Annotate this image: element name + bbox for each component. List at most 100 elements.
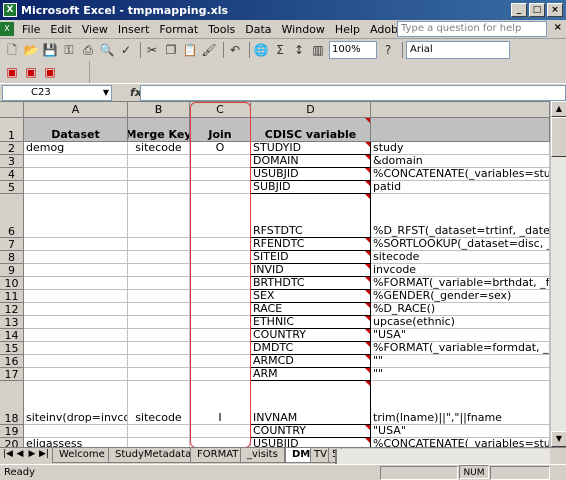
next-sheet-icon[interactable]: ▶ bbox=[27, 449, 37, 459]
menu-tools[interactable]: Tools bbox=[203, 23, 240, 36]
cell-a[interactable] bbox=[24, 168, 128, 181]
cell-d[interactable]: COUNTRY bbox=[251, 425, 371, 438]
row-header[interactable]: 7 bbox=[0, 238, 24, 251]
cell-b[interactable] bbox=[128, 303, 190, 316]
column-header-b[interactable]: B bbox=[128, 102, 190, 118]
permission-icon[interactable]: ⚿ bbox=[61, 42, 77, 58]
row-header[interactable]: 14 bbox=[0, 329, 24, 342]
cell-c[interactable] bbox=[190, 368, 251, 381]
cell-b[interactable] bbox=[128, 264, 190, 277]
cell-e[interactable]: %GENDER(_gender=sex) bbox=[371, 290, 550, 303]
cell-b[interactable] bbox=[128, 168, 190, 181]
cell-b[interactable] bbox=[128, 277, 190, 290]
sheet-tab-format[interactable]: FORMAT bbox=[190, 448, 246, 463]
cell-e[interactable]: %SORTLOOKUP(_dataset=disc, _var bbox=[371, 238, 550, 251]
cell-b[interactable]: Merge Key bbox=[128, 118, 190, 142]
cell-d[interactable]: ETHNIC bbox=[251, 316, 371, 329]
row-header[interactable]: 3 bbox=[0, 155, 24, 168]
column-header-c[interactable]: C bbox=[190, 102, 251, 118]
cell-a[interactable] bbox=[24, 368, 128, 381]
cell-a[interactable] bbox=[24, 303, 128, 316]
cell-d[interactable]: ARM bbox=[251, 368, 371, 381]
cell-d[interactable]: RFENDTC bbox=[251, 238, 371, 251]
sort-icon[interactable]: ↕ bbox=[291, 42, 307, 58]
cell-c[interactable] bbox=[190, 329, 251, 342]
row-header[interactable]: 1 bbox=[0, 118, 24, 142]
convert-and-review-icon[interactable]: ▣ bbox=[42, 64, 58, 80]
row-header[interactable]: 6 bbox=[0, 194, 24, 238]
row-header[interactable]: 15 bbox=[0, 342, 24, 355]
format-painter-icon[interactable]: 🖌 bbox=[201, 42, 217, 58]
cell-b[interactable] bbox=[128, 316, 190, 329]
cell-c[interactable] bbox=[190, 355, 251, 368]
menu-format[interactable]: Format bbox=[154, 23, 203, 36]
new-icon[interactable]: 🗋 bbox=[4, 42, 20, 58]
scroll-down-icon[interactable]: ▼ bbox=[551, 431, 566, 447]
row-header[interactable]: 9 bbox=[0, 264, 24, 277]
save-icon[interactable]: 💾 bbox=[42, 42, 58, 58]
cell-a[interactable] bbox=[24, 264, 128, 277]
convert-to-pdf-icon[interactable]: ▣ bbox=[4, 64, 20, 80]
cell-c[interactable]: O bbox=[190, 142, 251, 155]
cell-e[interactable]: invcode bbox=[371, 264, 550, 277]
cell-d[interactable]: CDISC variable bbox=[251, 118, 371, 142]
cell-a[interactable]: demog bbox=[24, 142, 128, 155]
cell-b[interactable] bbox=[128, 342, 190, 355]
menu-window[interactable]: Window bbox=[277, 23, 330, 36]
cell-a[interactable] bbox=[24, 155, 128, 168]
cell-e[interactable]: %CONCATENATE(_variables=study s bbox=[371, 438, 550, 447]
cell-c[interactable] bbox=[190, 438, 251, 447]
cut-icon[interactable]: ✂ bbox=[144, 42, 160, 58]
row-header[interactable]: 16 bbox=[0, 355, 24, 368]
sheet-tab-studymetadata[interactable]: StudyMetadata bbox=[108, 448, 199, 463]
cell-c[interactable] bbox=[190, 168, 251, 181]
cell-a[interactable] bbox=[24, 329, 128, 342]
cell-a[interactable]: siteinv(drop=invcode) bbox=[24, 381, 128, 425]
row-header[interactable]: 5 bbox=[0, 181, 24, 194]
cell-c[interactable] bbox=[190, 342, 251, 355]
sheet-tab-welcome[interactable]: Welcome bbox=[52, 448, 112, 463]
cell-d[interactable]: USUBJID bbox=[251, 168, 371, 181]
menu-data[interactable]: Data bbox=[240, 23, 276, 36]
cell-a[interactable] bbox=[24, 251, 128, 264]
zoom-select[interactable]: 100% bbox=[329, 41, 377, 59]
cell-e[interactable]: trim(lname)||","||fname bbox=[371, 381, 550, 425]
cell-c[interactable] bbox=[190, 425, 251, 438]
close-button[interactable]: × bbox=[547, 3, 563, 17]
print-preview-icon[interactable]: 🔍 bbox=[99, 42, 115, 58]
menu-insert[interactable]: Insert bbox=[113, 23, 155, 36]
hyperlink-icon[interactable]: 🌐 bbox=[253, 42, 269, 58]
cell-d[interactable]: RACE bbox=[251, 303, 371, 316]
cell-c[interactable]: Join bbox=[190, 118, 251, 142]
cell-c[interactable] bbox=[190, 251, 251, 264]
convert-and-email-icon[interactable]: ▣ bbox=[23, 64, 39, 80]
cell-e[interactable]: &domain bbox=[371, 155, 550, 168]
cell-d[interactable]: INVID bbox=[251, 264, 371, 277]
workbook-close-icon[interactable]: × bbox=[554, 22, 562, 33]
cell-c[interactable] bbox=[190, 181, 251, 194]
menu-edit[interactable]: Edit bbox=[45, 23, 76, 36]
formula-input[interactable] bbox=[140, 85, 566, 101]
autosum-icon[interactable]: Σ bbox=[272, 42, 288, 58]
cell-e[interactable]: %FORMAT(_variable=brthdat, _format bbox=[371, 277, 550, 290]
cell-b[interactable] bbox=[128, 155, 190, 168]
row-header[interactable]: 11 bbox=[0, 290, 24, 303]
chevron-down-icon[interactable]: ▼ bbox=[103, 86, 109, 100]
cell-b[interactable] bbox=[128, 290, 190, 303]
row-header[interactable]: 18 bbox=[0, 381, 24, 425]
cell-a[interactable] bbox=[24, 355, 128, 368]
column-header-a[interactable]: A bbox=[24, 102, 128, 118]
spreadsheet-grid[interactable]: ABCD 1 Dataset Merge Key Join CDISC variable… bbox=[0, 101, 550, 447]
cell-a[interactable] bbox=[24, 238, 128, 251]
cell-c[interactable] bbox=[190, 194, 251, 238]
font-select[interactable]: Arial bbox=[406, 41, 510, 59]
cell-e[interactable]: %D_RACE() bbox=[371, 303, 550, 316]
cell-b[interactable] bbox=[128, 368, 190, 381]
cell-e[interactable]: patid bbox=[371, 181, 550, 194]
row-header[interactable]: 4 bbox=[0, 168, 24, 181]
cell-d[interactable]: SUBJID bbox=[251, 181, 371, 194]
cell-d[interactable]: STUDYID bbox=[251, 142, 371, 155]
cell-d[interactable]: SEX bbox=[251, 290, 371, 303]
cell-a[interactable] bbox=[24, 316, 128, 329]
cell-c[interactable] bbox=[190, 277, 251, 290]
